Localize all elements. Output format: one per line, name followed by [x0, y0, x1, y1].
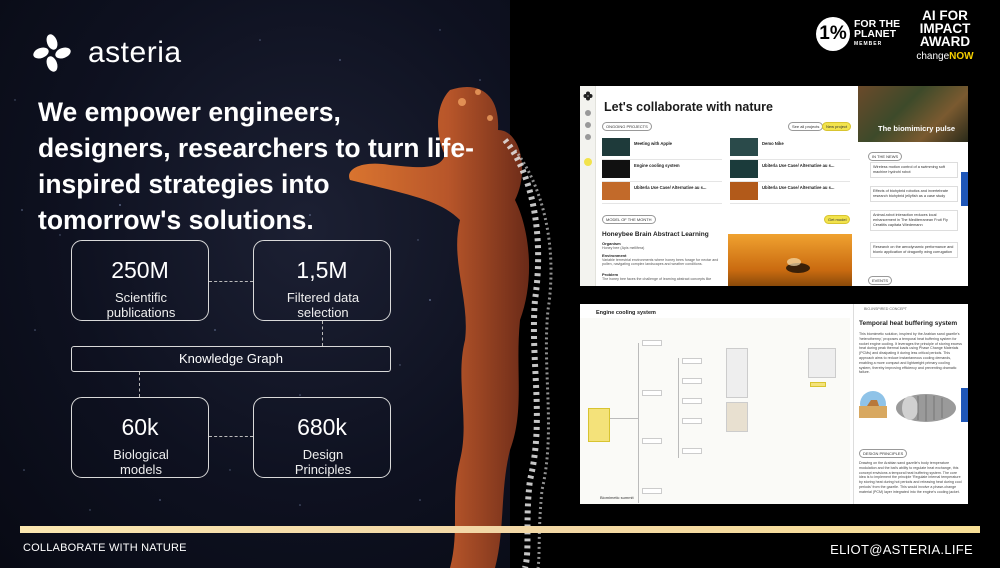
feedback-tab[interactable]	[961, 388, 968, 422]
mindmap-node[interactable]	[682, 358, 702, 364]
project-card[interactable]: Ubiterla Use Case/ Alternative au s...	[730, 182, 850, 204]
badge-line: PLANET	[854, 28, 896, 40]
bee-icon	[786, 258, 810, 273]
project-card[interactable]: Engine cooling system	[602, 160, 722, 182]
stat-box-design-principles: 680k Design Principles	[253, 397, 391, 478]
headline: We empower engineers, designers, researc…	[38, 97, 474, 235]
award-change: change	[916, 51, 950, 62]
stat-box-filtered-data: 1,5M Filtered data selection	[253, 240, 391, 321]
stat-label: Scientific publications	[106, 290, 176, 320]
project-card[interactable]: Ubiterla Use Case/ Alternative au s...	[602, 182, 722, 204]
mindmap-node[interactable]	[726, 402, 748, 432]
stat-label: Biological models	[113, 447, 169, 477]
connector-line	[139, 372, 140, 397]
concept-panel: BIO-INSPIRED CONCEPT Temporal heat buffe…	[853, 304, 968, 504]
badge-member: MEMBER	[854, 41, 883, 47]
stat-label: Design Principles	[294, 447, 352, 477]
concept-map-screenshot: Engine cooling system Biomimetic summit …	[580, 304, 968, 504]
dashboard-screenshot: Let's collaborate with nature ONGOING PR…	[580, 86, 968, 286]
mindmap-node[interactable]	[588, 408, 610, 442]
stat-label: Filtered data selection	[286, 290, 360, 320]
get-model-button[interactable]: Get model	[824, 215, 851, 224]
project-card[interactable]: Meeting with Apple	[602, 138, 722, 160]
footer-accent-bar	[20, 526, 980, 533]
one-percent-badge: 1% FOR THE PLANET MEMBER	[816, 17, 900, 51]
model-section-text: Honey bee (Apis mellifera)	[602, 246, 645, 250]
stat-value: 250M	[111, 257, 169, 283]
pulse-title: The biomimicry pulse	[878, 124, 956, 133]
projects-icon[interactable]	[585, 134, 591, 140]
mindmap-node[interactable]	[642, 340, 662, 346]
summit-label: Biomimetic summit	[600, 495, 634, 500]
mindmap-node[interactable]	[682, 448, 702, 454]
section-events: EVENTS	[868, 276, 893, 285]
award-line: AWARD	[919, 34, 971, 49]
mindmap-node[interactable]	[642, 390, 662, 396]
footer-tagline: COLLABORATE WITH NATURE	[23, 542, 187, 554]
knowledge-graph-label: Knowledge Graph	[71, 346, 391, 372]
gazelle-image	[859, 391, 887, 418]
mindmap-node[interactable]	[810, 382, 826, 387]
connector-line	[209, 281, 253, 282]
honeybee-image	[728, 234, 852, 286]
mindmap-node[interactable]	[682, 378, 702, 384]
mindmap-node[interactable]	[682, 418, 702, 424]
asteria-logo-icon	[33, 34, 71, 72]
panel-description: This biomimetic solution, inspired by th…	[859, 332, 962, 375]
model-section-text: Variable terrestrial environments where …	[602, 258, 719, 267]
ai-impact-award-badge: AI FOR IMPACT AWARD changeNOW	[911, 9, 979, 63]
panel-tag: BIO-INSPIRED CONCEPT	[864, 307, 907, 311]
connector-line	[209, 436, 253, 437]
search-icon[interactable]	[585, 122, 591, 128]
dashboard-title: Let's collaborate with nature	[604, 100, 773, 114]
section-ongoing-projects: ONGOING PROJECTS	[602, 122, 652, 131]
app-logo-icon	[583, 91, 593, 101]
news-item[interactable]: Research on the aerodynamic performance …	[870, 242, 958, 258]
new-project-button[interactable]: New project	[822, 122, 852, 131]
stat-box-biological-models: 60k Biological models	[71, 397, 209, 478]
mindmap-node[interactable]	[642, 488, 662, 494]
award-now: NOW	[949, 51, 974, 62]
news-item[interactable]: Animal-robot interaction reduces local e…	[870, 210, 958, 231]
section-model-of-month: MODEL OF THE MONTH	[602, 215, 656, 224]
engine-component-image	[896, 394, 956, 422]
panel-title: Temporal heat buffering system	[859, 320, 958, 327]
stat-value: 60k	[121, 414, 159, 440]
section-in-the-news: IN THE NEWS	[868, 152, 903, 161]
model-title: Honeybee Brain Abstract Learning	[602, 231, 709, 238]
add-icon[interactable]	[584, 158, 592, 166]
mindmap-node[interactable]	[726, 348, 748, 398]
project-card[interactable]: Demo Nike	[730, 138, 850, 160]
app-sidebar	[580, 86, 596, 286]
contact-email[interactable]: ELIOT@ASTERIA.LIFE	[830, 542, 973, 557]
brand-logo[interactable]: asteria	[32, 33, 182, 73]
brand-name: asteria	[88, 36, 182, 69]
news-item[interactable]: Wireless motion control of a swimming so…	[870, 162, 958, 178]
section-design-principles: DESIGN PRINCIPLES	[859, 449, 908, 458]
see-all-projects-button[interactable]: See all projects	[788, 122, 824, 131]
mindmap-node[interactable]	[682, 398, 702, 404]
feedback-tab[interactable]	[961, 172, 968, 206]
stat-value: 1,5M	[296, 257, 348, 283]
mindmap-canvas[interactable]: Biomimetic summit	[580, 318, 850, 504]
news-item[interactable]: Effects of biohybrid robotics and invert…	[870, 186, 958, 202]
stat-box-publications: 250M Scientific publications	[71, 240, 209, 321]
design-principles-text: Drawing on the Arabian sand gazelle's bo…	[859, 461, 962, 494]
project-card[interactable]: Ubiterla Use Case/ Alternative au s...	[730, 160, 850, 182]
home-icon[interactable]	[585, 110, 591, 116]
model-section-text: The honey bee faces the challenge of lea…	[602, 277, 712, 281]
one-percent-mark: 1%	[816, 17, 850, 51]
mindmap-node[interactable]	[642, 438, 662, 444]
mindmap-node[interactable]	[808, 348, 836, 378]
biomimicry-pulse-banner[interactable]: The biomimicry pulse	[858, 86, 968, 142]
stat-value: 680k	[297, 414, 347, 440]
connector-line	[322, 321, 323, 346]
project-title: Engine cooling system	[596, 310, 656, 316]
